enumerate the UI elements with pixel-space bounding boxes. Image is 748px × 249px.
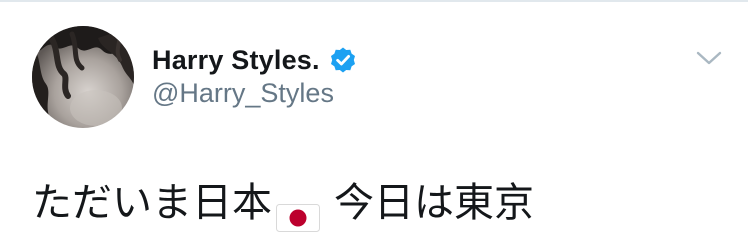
tweet-text-part-1: ただいま日本 [32, 180, 272, 226]
tweet-card[interactable]: Harry Styles. @Harry_Styles ただいま日本 今日は東京 [0, 2, 748, 249]
tweet-text: ただいま日本 今日は東京 [32, 175, 534, 232]
avatar[interactable] [32, 26, 134, 128]
chevron-down-icon[interactable] [694, 48, 724, 68]
display-name[interactable]: Harry Styles. [152, 45, 320, 76]
handle[interactable]: @Harry_Styles [152, 78, 334, 109]
verified-badge-icon [329, 46, 357, 74]
author-name-row: Harry Styles. [152, 40, 357, 80]
flag-japan-icon [276, 191, 320, 232]
avatar-image [32, 26, 134, 128]
tweet-text-part-2: 今日は東京 [334, 180, 534, 226]
